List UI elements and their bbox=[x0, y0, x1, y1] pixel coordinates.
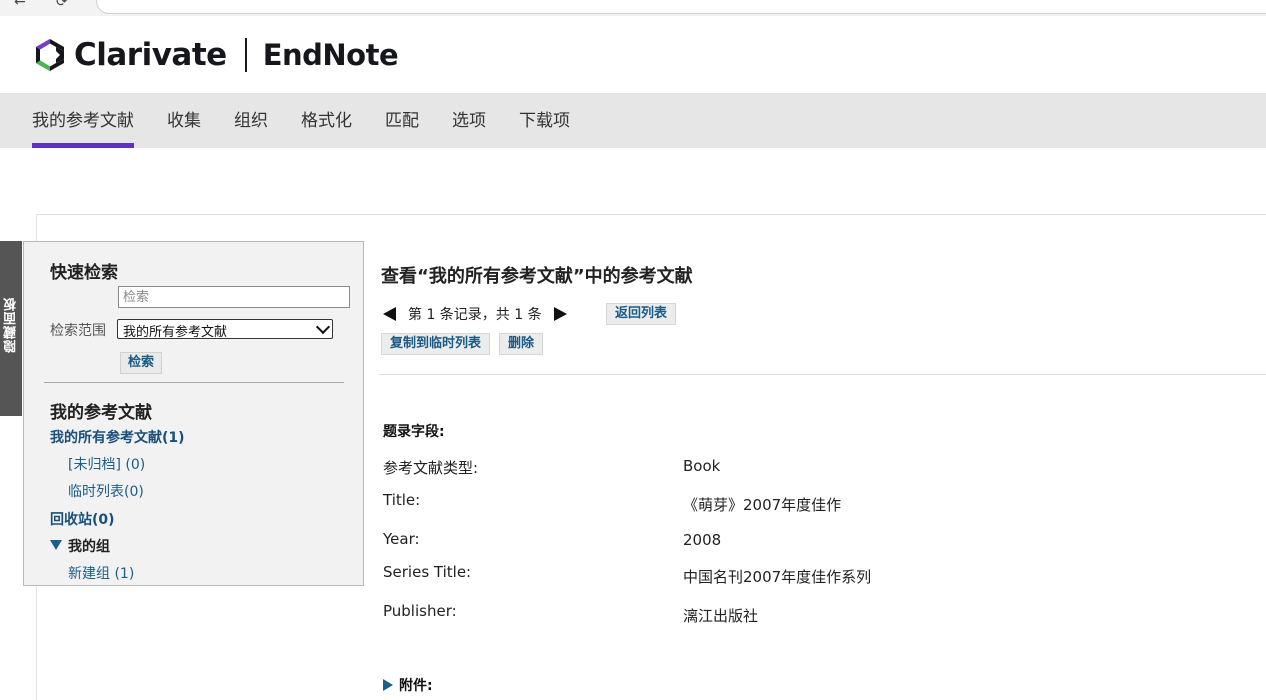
nav-tab-organize[interactable]: 组织 bbox=[234, 93, 268, 148]
nav-tab-my-references[interactable]: 我的参考文献 bbox=[32, 93, 134, 148]
field-value-year: 2008 bbox=[683, 531, 722, 549]
field-label-title: Title: bbox=[383, 491, 421, 509]
field-label-reference-type: 参考文献类型: bbox=[383, 459, 479, 477]
trash-link[interactable]: 回收站(0) bbox=[50, 509, 115, 529]
nav-tab-match[interactable]: 匹配 bbox=[385, 93, 419, 148]
search-scope-select[interactable]: 我的所有参考文献 bbox=[117, 319, 333, 340]
pager-text: 第 1 条记录，共 1 条 bbox=[408, 307, 542, 323]
field-label-year: Year: bbox=[383, 530, 420, 548]
brand-name: Clarivate bbox=[74, 37, 227, 73]
product-name: EndNote bbox=[262, 38, 399, 72]
site-header: Clarivate EndNote bbox=[0, 16, 1266, 93]
nav-tab-format[interactable]: 格式化 bbox=[301, 93, 352, 148]
hide-panel-label: 隐藏面板 bbox=[4, 297, 19, 353]
back-to-list-button[interactable]: 返回列表 bbox=[606, 303, 677, 325]
browser-toolbar: ← ⟳ bbox=[0, 0, 1266, 16]
quick-list-link[interactable]: 临时列表(0) bbox=[68, 481, 144, 501]
search-scope-value: 我的所有参考文献 bbox=[123, 325, 228, 340]
nav-tab-downloads[interactable]: 下载项 bbox=[519, 93, 570, 148]
main-nav: 我的参考文献 收集 组织 格式化 匹配 选项 下载项 bbox=[0, 93, 1266, 148]
logo-divider bbox=[244, 38, 247, 72]
nav-tab-collect[interactable]: 收集 bbox=[167, 93, 201, 148]
triangle-down-icon bbox=[50, 540, 62, 550]
nav-tab-options[interactable]: 选项 bbox=[452, 93, 486, 148]
search-button[interactable]: 检索 bbox=[120, 352, 163, 374]
copy-to-quick-list-button[interactable]: 复制到临时列表 bbox=[381, 333, 491, 355]
clarivate-logo-icon bbox=[36, 39, 64, 71]
back-icon[interactable]: ← bbox=[14, 0, 26, 10]
field-value-reference-type: Book bbox=[683, 457, 721, 475]
field-label-publisher: Publisher: bbox=[383, 602, 457, 620]
content-divider bbox=[379, 374, 1266, 375]
field-value-publisher: 漓江出版社 bbox=[683, 607, 759, 625]
field-value-title: 《萌芽》2007年度佳作 bbox=[683, 496, 842, 514]
field-label-series-title: Series Title: bbox=[383, 563, 472, 581]
my-groups-toggle[interactable]: 我的组 bbox=[50, 536, 110, 556]
field-value-series-title: 中国名刊2007年度佳作系列 bbox=[683, 568, 872, 586]
attachments-toggle[interactable]: 附件: bbox=[383, 675, 433, 695]
delete-button[interactable]: 删除 bbox=[499, 333, 544, 355]
chevron-down-icon bbox=[315, 319, 331, 335]
next-record-icon[interactable] bbox=[553, 307, 567, 321]
triangle-right-icon bbox=[383, 679, 393, 691]
bibliographic-fields-heading: 题录字段: bbox=[383, 424, 445, 440]
quick-search-title: 快速检索 bbox=[50, 263, 118, 283]
search-scope-label: 检索范围 bbox=[50, 323, 106, 339]
page-title: 查看“我的所有参考文献”中的参考文献 bbox=[381, 266, 693, 287]
previous-record-icon[interactable] bbox=[383, 307, 396, 321]
my-groups-label: 我的组 bbox=[68, 539, 110, 555]
side-panel: 快速检索 检索范围 我的所有参考文献 检索 我的参考文献 我的所有参考文献(1)… bbox=[23, 241, 364, 586]
attachments-label: 附件: bbox=[399, 678, 433, 694]
content-frame-top bbox=[36, 214, 1266, 215]
hide-panel-tab[interactable]: 隐藏面板 bbox=[0, 241, 22, 416]
record-pager: 第 1 条记录，共 1 条 bbox=[383, 303, 567, 325]
new-group-link[interactable]: 新建组 (1) bbox=[68, 563, 134, 583]
clarivate-logo[interactable]: Clarivate EndNote bbox=[32, 35, 399, 75]
all-references-link[interactable]: 我的所有参考文献(1) bbox=[50, 427, 185, 447]
search-input[interactable] bbox=[118, 286, 350, 308]
side-divider bbox=[44, 382, 344, 383]
my-references-title: 我的参考文献 bbox=[50, 403, 152, 423]
address-bar[interactable] bbox=[96, 0, 1266, 14]
unfiled-link[interactable]: [未归档] (0) bbox=[68, 454, 145, 474]
reload-icon[interactable]: ⟳ bbox=[56, 0, 68, 10]
